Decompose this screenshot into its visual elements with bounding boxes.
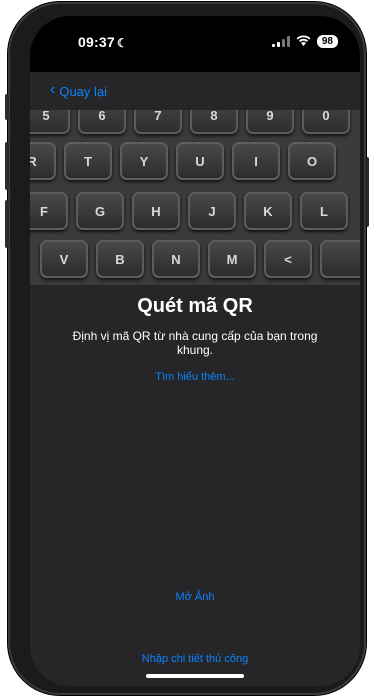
key: 5 (30, 110, 70, 134)
key: G (76, 192, 124, 230)
key (320, 240, 360, 278)
signal-icon (271, 36, 290, 47)
keyboard-row-4: V B N M < (40, 240, 360, 278)
status-icons: 98 (271, 34, 338, 49)
key: N (152, 240, 200, 278)
learn-more-link[interactable]: Tìm hiểu thêm... (30, 371, 360, 383)
key: 9 (246, 110, 294, 134)
nav-bar: ‹ Quay lại (30, 72, 360, 110)
open-photo-button[interactable]: Mở Ảnh (30, 591, 360, 603)
key: R (30, 142, 56, 180)
home-indicator[interactable] (146, 674, 244, 678)
volume-down-button (5, 200, 9, 248)
key: 6 (78, 110, 126, 134)
wifi-icon (296, 34, 311, 49)
moon-icon: ☾ (116, 36, 128, 50)
back-label: Quay lại (59, 83, 108, 99)
key: Y (120, 142, 168, 180)
camera-viewfinder: 5 6 7 8 9 0 R T Y U I O F G H J K L V B … (30, 110, 360, 285)
keyboard-row-1: 5 6 7 8 9 0 (30, 110, 350, 134)
battery-indicator: 98 (316, 35, 338, 48)
description-text: Định vị mã QR từ nhà cung cấp của bạn tr… (72, 329, 318, 357)
chevron-left-icon: ‹ (50, 81, 56, 98)
key: < (264, 240, 312, 278)
dynamic-island (142, 22, 248, 52)
keyboard-row-3: F G H J K L (30, 192, 348, 230)
key: O (288, 142, 336, 180)
key: 0 (302, 110, 350, 134)
key: 8 (190, 110, 238, 134)
key: K (244, 192, 292, 230)
status-bar: 09:37 ☾ 98 (30, 16, 360, 72)
key: F (30, 192, 68, 230)
key: T (64, 142, 112, 180)
back-button[interactable]: ‹ Quay lại (50, 81, 108, 100)
key: V (40, 240, 88, 278)
volume-up-button (5, 142, 9, 190)
clock-text: 09:37 (78, 34, 115, 50)
keyboard-row-2: R T Y U I O (30, 142, 336, 180)
manual-entry-button[interactable]: Nhập chi tiết thủ công (30, 653, 360, 665)
power-button (365, 157, 369, 227)
page-title: Quét mã QR (137, 295, 253, 317)
key: J (188, 192, 236, 230)
screen: 09:37 ☾ 98 ‹ Quay lại 5 6 7 8 9 0 R T Y … (30, 16, 360, 686)
key: I (232, 142, 280, 180)
status-time: 09:37 ☾ (78, 34, 128, 50)
key: U (176, 142, 224, 180)
key: H (132, 192, 180, 230)
key: B (96, 240, 144, 278)
key: 7 (134, 110, 182, 134)
scan-instructions: Quét mã QR Định vị mã QR từ nhà cung cấp… (30, 285, 360, 686)
mute-switch (5, 94, 9, 120)
key: L (300, 192, 348, 230)
key: M (208, 240, 256, 278)
